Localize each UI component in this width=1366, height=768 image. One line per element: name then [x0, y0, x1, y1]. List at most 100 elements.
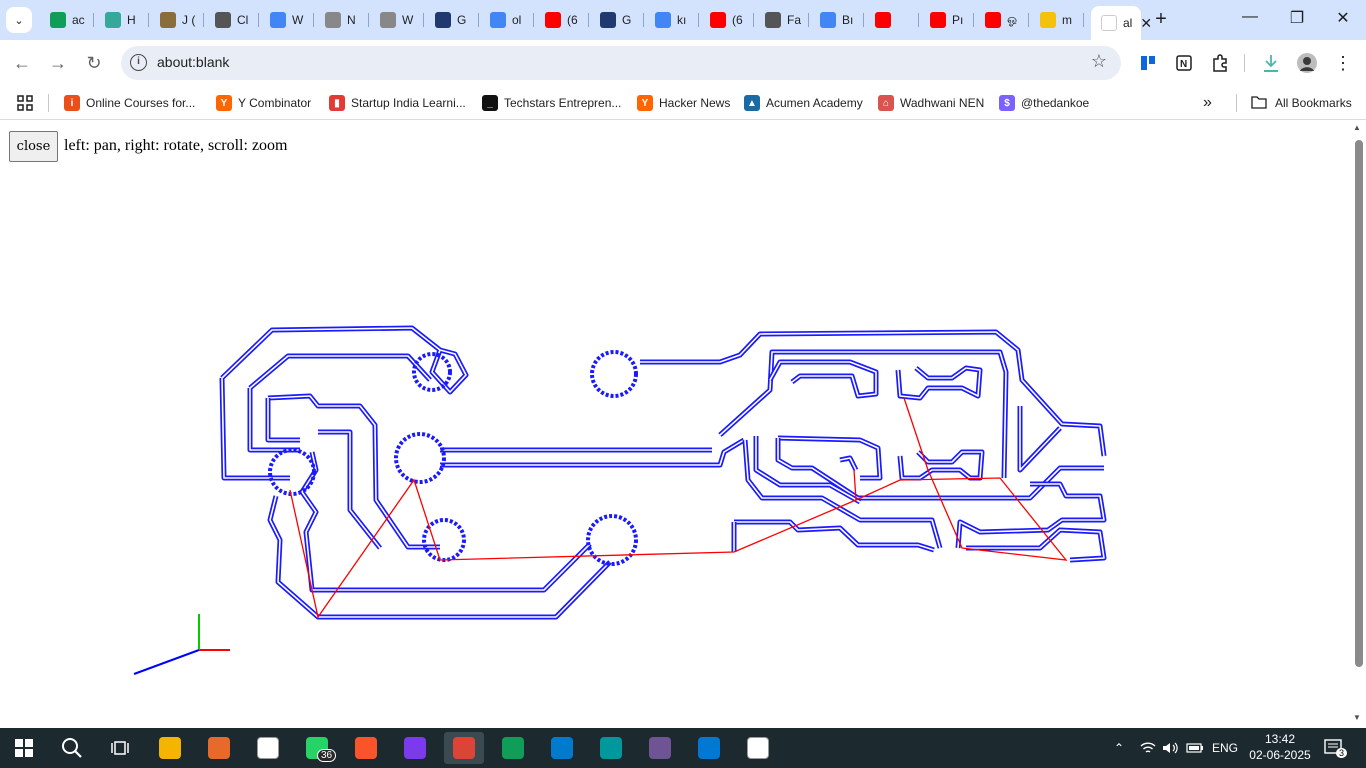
- tab-2[interactable]: H: [95, 6, 149, 34]
- apps-grid-icon[interactable]: [16, 92, 34, 114]
- tab-separator: [423, 13, 424, 27]
- menu-kebab-icon[interactable]: ⋮: [1332, 52, 1354, 74]
- toolpath-3d-viewer[interactable]: [0, 121, 1350, 728]
- taskbar-app-9[interactable]: [542, 732, 582, 764]
- bookmark-1[interactable]: i Online Courses for...: [64, 92, 195, 114]
- trace-path-outline: [767, 359, 879, 399]
- restore-button[interactable]: ❐: [1282, 8, 1312, 28]
- scrollbar-thumb[interactable]: [1355, 140, 1363, 667]
- taskbar-app-6[interactable]: [395, 732, 435, 764]
- close-window-button[interactable]: ✕: [1328, 8, 1358, 28]
- taskbar-app-7[interactable]: [444, 732, 484, 764]
- bookmark-8[interactable]: $ @thedankoe: [999, 92, 1089, 114]
- trace-path-outline: [265, 398, 300, 443]
- start-button[interactable]: [4, 732, 44, 764]
- extension-trello-icon[interactable]: [1137, 52, 1159, 74]
- tab-15[interactable]: Bı: [810, 6, 864, 34]
- notion-extension-icon[interactable]: N: [1173, 52, 1195, 74]
- tab-3[interactable]: J (: [150, 6, 204, 34]
- bookmark-6[interactable]: ▲ Acumen Academy: [744, 92, 863, 114]
- clock[interactable]: 13:42 02-06-2025: [1240, 731, 1320, 763]
- bookmark-star-icon[interactable]: ☆: [1091, 51, 1107, 72]
- search-button[interactable]: [52, 732, 92, 764]
- tab-1[interactable]: ac: [40, 6, 94, 34]
- taskbar-app-11[interactable]: [640, 732, 680, 764]
- sheets-icon: [50, 12, 66, 28]
- notification-center-button[interactable]: 3: [1323, 728, 1348, 768]
- task-view-button[interactable]: [100, 732, 140, 764]
- bookmark-favicon-icon: _: [482, 95, 498, 111]
- tab-9[interactable]: ol: [480, 6, 534, 34]
- tab-19[interactable]: m: [1030, 6, 1084, 34]
- address-bar[interactable]: i about:blank ☆: [121, 46, 1121, 80]
- taskbar-app-13[interactable]: [738, 732, 778, 764]
- tab-separator: [533, 13, 534, 27]
- tab-title: ol: [512, 13, 522, 27]
- tab-16[interactable]: [865, 6, 919, 34]
- bookmark-label: Acumen Academy: [766, 96, 863, 110]
- pad-circle: [268, 448, 316, 496]
- show-hidden-icons-chevron-icon[interactable]: ⌃: [1114, 728, 1124, 768]
- tab-5[interactable]: W: [260, 6, 314, 34]
- tab-12[interactable]: kı: [645, 6, 699, 34]
- trace-path-outline: [777, 435, 883, 481]
- volume-icon[interactable]: [1162, 728, 1180, 768]
- vertical-scrollbar[interactable]: ▲ ▼: [1350, 121, 1366, 728]
- trace-path-gap: [267, 395, 440, 548]
- bookmark-4[interactable]: _ Techstars Entrepren...: [482, 92, 621, 114]
- taskbar-app-2[interactable]: [199, 732, 239, 764]
- taskbar-app-12[interactable]: [689, 732, 729, 764]
- all-bookmarks-button[interactable]: All Bookmarks: [1251, 92, 1352, 114]
- scroll-down-icon[interactable]: ▼: [1353, 713, 1361, 722]
- tab-8[interactable]: G: [425, 6, 479, 34]
- taskbar-app-3[interactable]: [248, 732, 288, 764]
- taskbar-app-8[interactable]: [493, 732, 533, 764]
- tab-13[interactable]: (6: [700, 6, 754, 34]
- url-text[interactable]: about:blank: [157, 54, 229, 70]
- tab-17[interactable]: Pı: [920, 6, 974, 34]
- tab-10[interactable]: (6: [535, 6, 589, 34]
- all-bookmarks-label: All Bookmarks: [1275, 96, 1352, 110]
- reload-button[interactable]: ↻: [82, 51, 106, 75]
- tab-search-button[interactable]: ⌄: [6, 7, 32, 33]
- bookmark-3[interactable]: ▮ Startup India Learni...: [329, 92, 466, 114]
- tab-6[interactable]: N: [315, 6, 369, 34]
- trace-path-outline: [897, 449, 985, 481]
- language-indicator[interactable]: ENG: [1212, 728, 1238, 768]
- new-tab-button[interactable]: +: [1150, 8, 1172, 31]
- trace-path-gap: [899, 451, 983, 479]
- download-icon[interactable]: [1260, 52, 1282, 74]
- arduino-icon: [600, 737, 622, 759]
- scroll-up-icon[interactable]: ▲: [1353, 123, 1361, 132]
- page-viewport: close left: pan, right: rotate, scroll: …: [0, 121, 1366, 728]
- close-button[interactable]: close: [9, 131, 58, 162]
- tab-11[interactable]: G: [590, 6, 644, 34]
- bookmark-5[interactable]: Y Hacker News: [637, 92, 730, 114]
- taskbar-app-1[interactable]: [150, 732, 190, 764]
- wifi-icon[interactable]: [1140, 728, 1156, 768]
- taskbar-app-5[interactable]: [346, 732, 386, 764]
- battery-icon[interactable]: [1186, 728, 1204, 768]
- forward-button[interactable]: →: [46, 51, 70, 75]
- tab-20[interactable]: al ✕: [1091, 6, 1152, 40]
- minimize-button[interactable]: —: [1235, 8, 1265, 26]
- notion-icon: [257, 737, 279, 759]
- taskbar-app-10[interactable]: [591, 732, 631, 764]
- more-bookmarks-chevron-icon[interactable]: »: [1203, 92, 1212, 114]
- extensions-puzzle-icon[interactable]: [1209, 52, 1231, 74]
- back-button[interactable]: ←: [10, 51, 34, 75]
- bookmark-2[interactable]: Y Y Combinator: [216, 92, 311, 114]
- tab-7[interactable]: W: [370, 6, 424, 34]
- tab-14[interactable]: Fa: [755, 6, 809, 34]
- bookmark-label: Hacker News: [659, 96, 731, 110]
- bookmark-7[interactable]: ⌂ Wadhwani NEN: [878, 92, 984, 114]
- chrome-icon: [453, 737, 475, 759]
- tab-title: W: [292, 13, 304, 27]
- tab-title: Pı: [952, 13, 964, 27]
- tab-18[interactable]: ஓ: [975, 6, 1029, 34]
- profile-avatar[interactable]: [1296, 52, 1318, 74]
- taskbar-app-4[interactable]: 36: [297, 732, 337, 764]
- tab-4[interactable]: Cl: [205, 6, 259, 34]
- info-icon[interactable]: i: [130, 54, 147, 71]
- pad-circle: [586, 514, 638, 566]
